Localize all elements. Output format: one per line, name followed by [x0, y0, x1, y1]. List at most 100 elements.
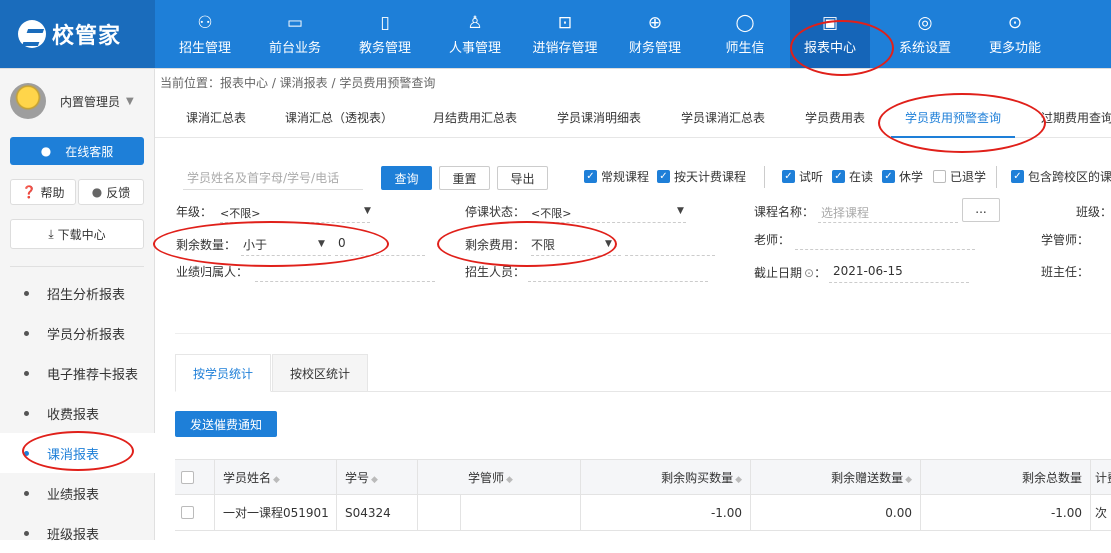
- nav-label: 更多功能: [988, 40, 1041, 56]
- cell-student-name: 一对一课程051901: [214, 495, 336, 531]
- col-student-id[interactable]: 学号 ◆: [336, 460, 417, 496]
- nav-label: 人事管理: [448, 40, 501, 56]
- col-billing[interactable]: 计费: [1090, 460, 1111, 496]
- select-all-checkbox[interactable]: [181, 471, 194, 484]
- checkbox-unchecked-icon: [933, 170, 946, 183]
- online-service-button[interactable]: ● 在线客服: [10, 137, 144, 165]
- checkbox-checked-icon: ✓: [584, 170, 597, 183]
- manager-label: 学管师：: [1041, 233, 1090, 247]
- recruiter-input[interactable]: [528, 281, 708, 282]
- cell-manager: [460, 495, 580, 531]
- person-icon: ♙: [467, 12, 483, 33]
- nav-inventory[interactable]: ⊡ 进销存管理: [520, 0, 610, 68]
- user-name: 内置管理员: [60, 94, 121, 109]
- field-underline: [220, 222, 370, 223]
- help-button[interactable]: ❓ 帮助: [10, 179, 76, 205]
- teacher-input[interactable]: [795, 249, 975, 250]
- download-center-button[interactable]: ⤓ 下载中心: [10, 219, 144, 249]
- online-service-label: 在线客服: [65, 144, 114, 159]
- nav-hr[interactable]: ♙ 人事管理: [430, 0, 520, 68]
- course-name-label: 课程名称：: [754, 205, 815, 219]
- send-payment-reminder-button[interactable]: 发送催费通知: [175, 411, 277, 437]
- nav-front-desk[interactable]: ▭ 前台业务: [250, 0, 340, 68]
- col-manager[interactable]: 学管师 ◆: [417, 460, 580, 496]
- checkbox-daily-course[interactable]: ✓ 按天计费课程: [657, 168, 746, 185]
- sidebar-item-fee-report[interactable]: 收费报表: [0, 393, 155, 433]
- checkbox-trial[interactable]: ✓ 试听: [782, 168, 823, 185]
- sidebar-item-recruitment-report[interactable]: 招生分析报表: [0, 273, 155, 313]
- nav-messages[interactable]: ◯ 师生信: [700, 0, 790, 68]
- tab-fee-warning-query[interactable]: 学员费用预警查询: [891, 98, 1016, 138]
- logo[interactable]: 校管家: [0, 0, 155, 68]
- nav-academic[interactable]: ▯ 教务管理: [340, 0, 430, 68]
- tab-student-consumption-summary[interactable]: 学员课消汇总表: [681, 98, 765, 138]
- nav-settings[interactable]: ◎ 系统设置: [870, 0, 980, 68]
- cell-student-id: S04324: [336, 495, 417, 531]
- checkbox-label: 包含跨校区的课: [1028, 170, 1111, 184]
- sort-icon: ◆: [371, 475, 378, 485]
- table-row[interactable]: 一对一课程051901 S04324 -1.00 0.00 -1.00 次: [175, 495, 1111, 531]
- sidebar-item-referral-report[interactable]: 电子推荐卡报表: [0, 353, 155, 393]
- search-input[interactable]: 学员姓名及首字母/学号/电话: [183, 166, 363, 190]
- checkbox-dropped[interactable]: 已退学: [933, 168, 986, 185]
- remaining-fee-select[interactable]: 不限: [531, 236, 555, 253]
- performance-owner-input[interactable]: [255, 281, 435, 282]
- user-menu[interactable]: 内置管理员 ▼: [10, 83, 134, 119]
- reset-button[interactable]: 重置: [439, 166, 490, 190]
- checkbox-cross-campus[interactable]: ✓ 包含跨校区的课: [1011, 168, 1111, 185]
- checkbox-label: 试听: [799, 170, 824, 184]
- sidebar-item-performance-report[interactable]: 业绩报表: [0, 473, 155, 513]
- nav-label: 系统设置: [898, 40, 951, 56]
- user-add-icon: ⚇: [197, 12, 213, 33]
- suspend-status-select[interactable]: <不限>: [531, 205, 571, 221]
- deadline-date-input[interactable]: 2021-06-15: [833, 264, 903, 278]
- export-button[interactable]: 导出: [497, 166, 548, 190]
- wallet-icon: ⊕: [647, 12, 663, 33]
- table-header: 学员姓名◆ 学号◆ 学管师◆ 剩余购买数量◆ 剩余赠送数量◆ 剩余总数量 计费: [175, 459, 1111, 496]
- sort-icon: ◆: [905, 475, 912, 485]
- checkbox-label: 常规课程: [601, 170, 650, 184]
- tab-student-fees[interactable]: 学员费用表: [805, 98, 865, 138]
- cell-billing-unit: 次: [1090, 495, 1111, 531]
- sidebar-item-class-report[interactable]: 班级报表: [0, 513, 155, 553]
- checkbox-label: 休学: [899, 170, 924, 184]
- course-picker-button[interactable]: ...: [962, 198, 1000, 222]
- col-student-name[interactable]: 学员姓名 ◆: [214, 460, 336, 496]
- nav-finance[interactable]: ⊕ 财务管理: [610, 0, 700, 68]
- more-icon: ⊙: [1007, 12, 1023, 33]
- tab-student-consumption-detail[interactable]: 学员课消明细表: [557, 98, 641, 138]
- nav-report-center[interactable]: ▣ 报表中心: [790, 0, 870, 68]
- top-nav-bar: 校管家 ⚇ 招生管理 ▭ 前台业务 ▯ 教务管理 ♙ 人事管理 ⊡ 进销存管理 ⊕ 财务管理…: [0, 0, 1111, 68]
- query-button[interactable]: 查询: [381, 166, 432, 190]
- remaining-qty-operator-select[interactable]: 小于: [243, 236, 267, 253]
- annotation-circle: [437, 221, 617, 267]
- checkbox-enrolled[interactable]: ✓ 在读: [832, 168, 873, 185]
- remaining-qty-label: 剩余数量：: [176, 238, 237, 252]
- remaining-qty-input[interactable]: 0: [338, 236, 346, 250]
- tab-consumption-summary[interactable]: 课消汇总表: [186, 98, 246, 138]
- feedback-button[interactable]: ● 反馈: [78, 179, 144, 205]
- sidebar-item-student-report[interactable]: 学员分析报表: [0, 313, 155, 353]
- checkbox-regular-course[interactable]: ✓ 常规课程: [584, 168, 649, 185]
- row-select-cell: [175, 495, 214, 531]
- grade-select[interactable]: <不限>: [220, 205, 260, 221]
- tab-expired-fee-query[interactable]: 过期费用查询: [1041, 98, 1111, 138]
- sidebar-item-consumption-report[interactable]: 课消报表: [0, 433, 155, 473]
- col-remaining-total[interactable]: 剩余总数量: [920, 460, 1090, 496]
- stat-tabs: 按学员统计 按校区统计: [175, 354, 1111, 392]
- tab-consumption-pivot[interactable]: 课消汇总（透视表）: [285, 98, 393, 138]
- tab-monthly-fee-summary[interactable]: 月结费用汇总表: [433, 98, 517, 138]
- row-checkbox[interactable]: [181, 506, 194, 519]
- nav-recruitment[interactable]: ⚇ 招生管理: [160, 0, 250, 68]
- sidebar: 内置管理员 ▼ ● 在线客服 ❓ 帮助 ● 反馈 ⤓ 下载中心 招生分析报表 学…: [0, 69, 155, 543]
- cell-remaining-gift: 0.00: [750, 495, 920, 531]
- nav-more[interactable]: ⊙ 更多功能: [970, 0, 1060, 68]
- report-tabs: 课消汇总表 课消汇总（透视表） 月结费用汇总表 学员课消明细表 学员课消汇总表 …: [155, 98, 1111, 138]
- checkbox-suspended[interactable]: ✓ 休学: [882, 168, 923, 185]
- tab-by-student[interactable]: 按学员统计: [175, 354, 272, 392]
- download-icon: ⤓: [48, 226, 54, 241]
- col-remaining-buy[interactable]: 剩余购买数量 ◆: [580, 460, 750, 496]
- course-name-input[interactable]: 选择课程: [821, 204, 869, 221]
- col-remaining-gift[interactable]: 剩余赠送数量 ◆: [750, 460, 920, 496]
- tab-by-campus[interactable]: 按校区统计: [272, 354, 369, 392]
